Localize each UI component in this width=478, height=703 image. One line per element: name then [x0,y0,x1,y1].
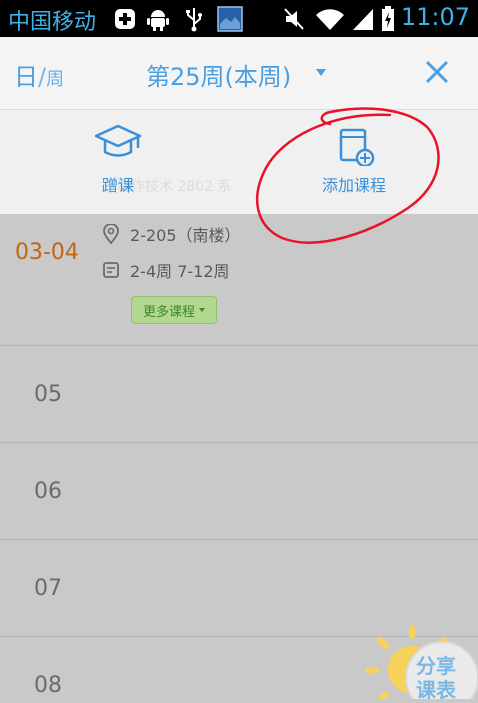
period-label: 05 [34,382,62,407]
view-week-option[interactable]: 周 [46,69,64,90]
location-pin-icon [103,224,119,244]
view-toggle[interactable]: 日/周 [14,57,64,92]
period-label: 03-04 [15,240,79,265]
schedule-row[interactable]: 05 [0,345,478,443]
schedule-row[interactable]: 06 [0,442,478,540]
graduation-cap-icon [94,124,142,157]
close-icon [425,60,449,84]
action-panel: 制作技术 2802 系 蹭课 添加课程 [0,110,478,214]
status-bar: 中国移动 11:07 [0,0,478,37]
gift-course-label: 蹭课 [101,176,134,195]
view-separator: / [38,63,47,91]
status-clock: 11:07 [400,3,470,31]
course-weeks-text: 2-4周 7-12周 [130,262,230,281]
calendar-icon [103,262,119,278]
share-timetable-logo[interactable]: 分享 课表 [360,622,478,702]
usb-icon [181,6,207,32]
close-button[interactable] [420,55,454,89]
course-weeks: 2-4周 7-12周 [102,258,230,282]
period-label: 08 [34,673,62,698]
week-title[interactable]: 第25周(本周) [146,57,291,92]
mute-icon [281,6,307,32]
signal-icon [350,6,376,32]
android-debug-icon [145,6,171,32]
image-notification-icon [217,6,243,32]
view-day-option[interactable]: 日 [14,63,38,91]
course-location: 2-205（南楼） [102,222,241,246]
add-course-label: 添加课程 [322,176,387,195]
add-book-icon [339,128,375,166]
more-courses-button[interactable]: 更多课程 [131,296,217,324]
gift-course-button[interactable]: 蹭课 [93,122,143,196]
add-course-button[interactable]: 添加课程 [322,122,386,196]
wifi-icon [314,6,346,32]
chevron-down-icon[interactable] [316,69,326,76]
period-label: 06 [34,479,62,504]
battery-charging-icon [378,6,398,32]
schedule-row[interactable]: 03-04 2-205（南楼） 2-4周 7-12周 更多课程 [0,214,478,345]
period-label: 07 [34,576,62,601]
plus-notification-icon [112,6,138,32]
app-header: 日/周 第25周(本周) [0,37,478,110]
course-location-text: 2-205（南楼） [130,226,241,245]
carrier-name: 中国移动 [8,10,97,35]
more-courses-label: 更多课程 [142,304,195,320]
dropdown-triangle-icon [199,308,205,312]
